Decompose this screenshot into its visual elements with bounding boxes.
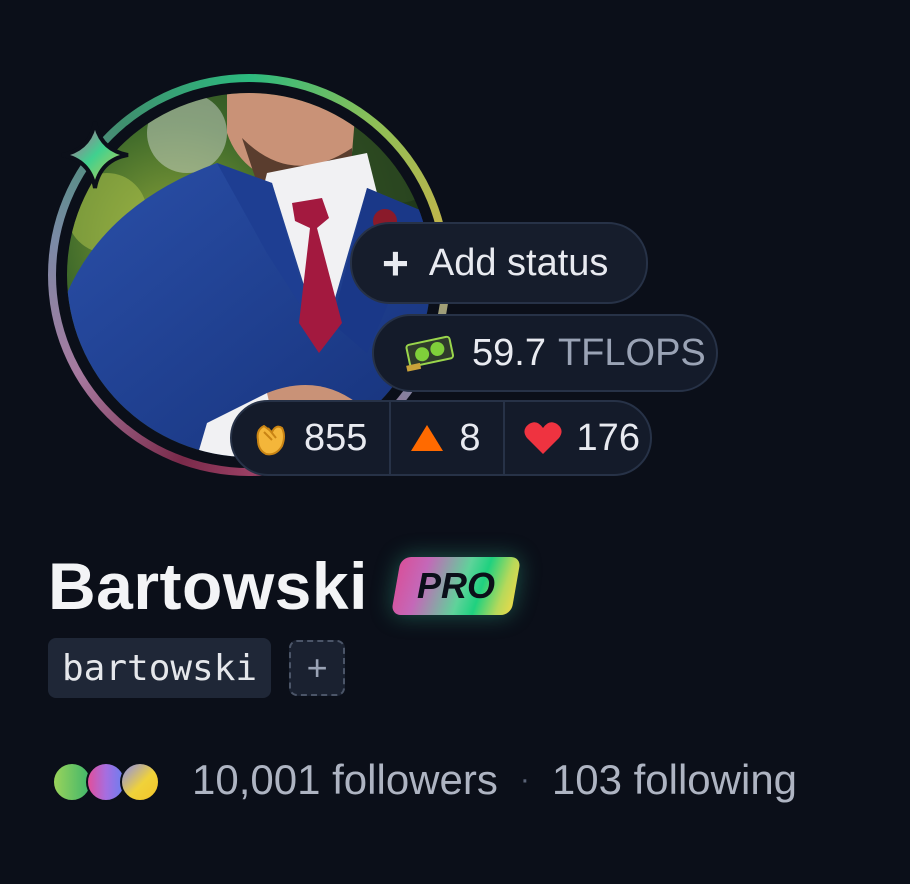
username-handle[interactable]: bartowski [48, 638, 272, 698]
pro-badge-label: PRO [416, 565, 495, 606]
reaction-count: 855 [304, 416, 368, 459]
handle-row: bartowski + [48, 638, 346, 698]
add-status-button[interactable]: + Add status [350, 222, 648, 304]
reactions-bar: 855 8 176 [230, 400, 652, 476]
sparkle-icon [61, 121, 129, 189]
reaction-count: 8 [459, 416, 481, 459]
upvote-icon [409, 422, 445, 454]
reaction-count: 176 [576, 416, 640, 459]
clap-icon [250, 418, 290, 458]
compute-unit: TFLOPS [557, 331, 706, 374]
plus-icon: + [382, 237, 409, 289]
reaction-clap[interactable]: 855 [232, 402, 389, 474]
heart-icon [523, 420, 563, 456]
reaction-heart[interactable]: 176 [502, 402, 662, 474]
profile-card: + Add status 59.7 TFLOPS 855 8 176 Barto… [0, 0, 910, 884]
pro-badge[interactable]: PRO [390, 557, 522, 615]
follower-avatar [120, 762, 160, 802]
separator: · [519, 763, 530, 796]
compute-badge[interactable]: 59.7 TFLOPS [372, 314, 718, 392]
display-name: Bartowski [48, 549, 368, 623]
add-status-label: Add status [428, 241, 609, 284]
gpu-icon [405, 335, 454, 372]
reaction-upvote[interactable]: 8 [389, 402, 502, 474]
follower-avatars [52, 760, 164, 802]
name-row: Bartowski PRO [48, 548, 522, 624]
following-link[interactable]: 103 following [552, 756, 797, 804]
add-handle-button[interactable]: + [289, 640, 346, 696]
follow-stats: 10,001 followers · 103 following [52, 756, 797, 804]
followers-link[interactable]: 10,001 followers [192, 756, 498, 804]
compute-value: 59.7 [472, 331, 546, 374]
